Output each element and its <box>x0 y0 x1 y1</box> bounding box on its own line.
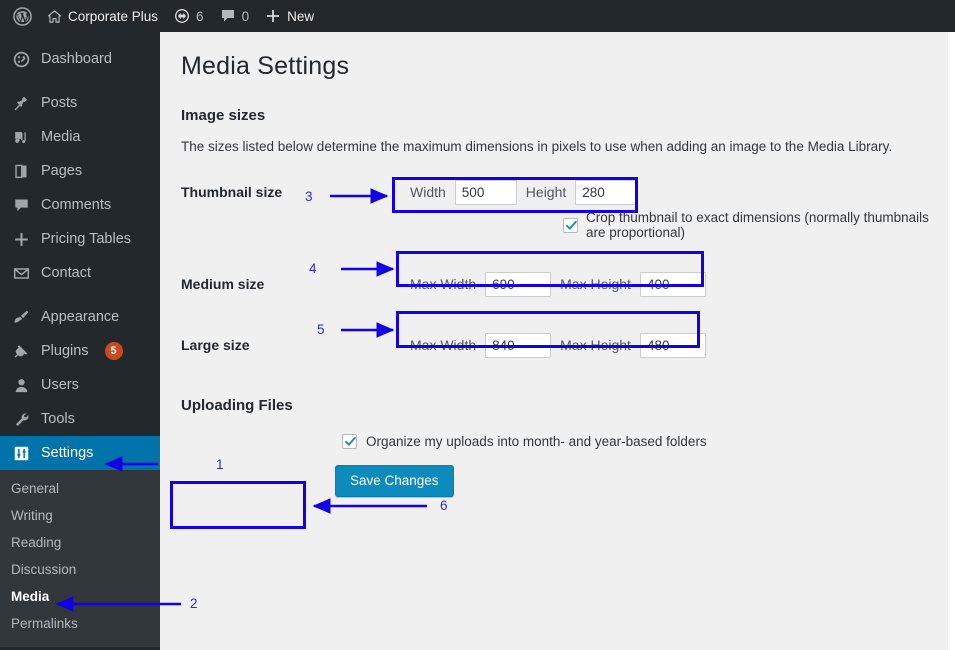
save-changes-button[interactable]: Save Changes <box>335 465 454 497</box>
submenu-item-discussion[interactable]: Discussion <box>0 556 160 583</box>
crop-thumbnail-checkbox[interactable] <box>563 217 578 233</box>
sidebar-item-label: Comments <box>41 197 112 213</box>
medium-size-label: Medium size <box>181 276 265 292</box>
submenu-item-writing[interactable]: Writing <box>0 502 160 529</box>
submenu-item-reading[interactable]: Reading <box>0 529 160 556</box>
admin-bar: Corporate Plus 6 0 New <box>0 0 955 32</box>
plus-icon <box>265 8 281 24</box>
image-sizes-heading: Image sizes <box>181 107 266 124</box>
updates-menu[interactable]: 6 <box>166 0 212 32</box>
sidebar-item-pages[interactable]: Pages <box>0 154 160 188</box>
large-size-row: Large size Max Width Max Height <box>160 325 948 365</box>
large-width-input[interactable] <box>485 332 552 358</box>
large-height-input[interactable] <box>639 332 706 358</box>
thumbnail-width-input[interactable] <box>454 179 517 205</box>
user-icon <box>11 377 31 394</box>
plug-icon <box>11 343 31 360</box>
sidebar-item-label: Settings <box>41 445 94 461</box>
sidebar-item-settings[interactable]: Settings <box>0 436 160 470</box>
submenu-item-permalinks[interactable]: Permalinks <box>0 610 160 637</box>
sidebar-item-label: Contact <box>41 265 91 281</box>
thumbnail-size-label: Thumbnail size <box>181 184 283 200</box>
thumbnail-width-label: Width <box>410 184 446 200</box>
media-icon <box>11 129 31 146</box>
dashboard-icon <box>11 51 31 68</box>
sidebar-item-pricing-tables[interactable]: Pricing Tables <box>0 222 160 256</box>
submenu-item-media[interactable]: Media <box>0 583 160 610</box>
organize-uploads-checkbox[interactable] <box>342 434 357 449</box>
page-title: Media Settings <box>181 52 350 80</box>
main-content: Media Settings Image sizes The sizes lis… <box>160 32 948 650</box>
screen: Corporate Plus 6 0 New Dashboard Posts M… <box>0 0 955 650</box>
right-edge-strip <box>948 32 955 650</box>
comments-count: 0 <box>241 8 250 24</box>
site-name-menu[interactable]: Corporate Plus <box>39 0 166 32</box>
large-size-fields: Max Width Max Height <box>410 332 706 358</box>
sidebar-item-tools[interactable]: Tools <box>0 402 160 436</box>
pin-icon <box>11 95 31 112</box>
save-changes-area: Save Changes <box>160 449 948 497</box>
organize-uploads-label: Organize my uploads into month- and year… <box>366 434 707 449</box>
sidebar-item-users[interactable]: Users <box>0 368 160 402</box>
home-icon <box>47 9 62 24</box>
new-content-label: New <box>287 8 315 24</box>
large-size-label: Large size <box>181 337 250 353</box>
crop-thumbnail-row: Crop thumbnail to exact dimensions (norm… <box>160 210 948 240</box>
sidebar-item-label: Tools <box>41 411 75 427</box>
uploading-files-heading: Uploading Files <box>181 397 293 414</box>
medium-size-row: Medium size Max Width Max Height <box>160 264 948 304</box>
wordpress-logo-icon[interactable] <box>6 0 39 32</box>
large-height-label: Max Height <box>560 337 631 353</box>
medium-height-input[interactable] <box>639 271 706 297</box>
sidebar-item-label: Pricing Tables <box>41 231 132 247</box>
plugins-update-badge: 5 <box>104 342 123 360</box>
pages-icon <box>11 163 31 180</box>
sidebar-item-label: Media <box>41 129 81 145</box>
thumbnail-size-row: Thumbnail size Width Height <box>160 172 948 212</box>
comment-bubble-icon <box>11 197 31 214</box>
large-width-label: Max Width <box>410 337 477 353</box>
medium-width-label: Max Width <box>410 276 477 292</box>
sidebar-item-label: Pages <box>41 163 83 179</box>
image-sizes-description: The sizes listed below determine the max… <box>181 139 893 154</box>
comments-menu[interactable]: 0 <box>212 0 258 32</box>
new-content-menu[interactable]: New <box>257 0 322 32</box>
envelope-icon <box>11 265 31 282</box>
updates-icon <box>174 8 190 24</box>
plus-icon <box>11 231 31 248</box>
sidebar-item-label: Plugins <box>41 343 89 359</box>
sidebar-item-appearance[interactable]: Appearance <box>0 300 160 334</box>
medium-height-label: Max Height <box>560 276 631 292</box>
thumbnail-height-label: Height <box>525 184 567 200</box>
settings-sliders-icon <box>11 445 31 462</box>
wrench-icon <box>11 411 31 428</box>
sidebar-item-posts[interactable]: Posts <box>0 86 160 120</box>
submenu-item-general[interactable]: General <box>0 475 160 502</box>
sidebar-item-dashboard[interactable]: Dashboard <box>0 42 160 76</box>
thumbnail-size-fields: Width Height <box>410 179 638 205</box>
site-name-label: Corporate Plus <box>68 8 159 24</box>
medium-size-fields: Max Width Max Height <box>410 271 706 297</box>
sidebar-item-label: Posts <box>41 95 78 111</box>
paintbrush-icon <box>11 309 31 326</box>
admin-sidebar: Dashboard Posts Media Pages Comments Pri… <box>0 32 160 650</box>
sidebar-item-media[interactable]: Media <box>0 120 160 154</box>
sidebar-item-plugins[interactable]: Plugins 5 <box>0 334 160 368</box>
sidebar-item-label: Appearance <box>41 309 120 325</box>
sidebar-item-comments[interactable]: Comments <box>0 188 160 222</box>
sidebar-item-label: Users <box>41 377 79 393</box>
thumbnail-height-input[interactable] <box>575 179 638 205</box>
updates-count: 6 <box>196 8 204 24</box>
sidebar-item-contact[interactable]: Contact <box>0 256 160 290</box>
comment-bubble-icon <box>220 8 236 24</box>
crop-thumbnail-label: Crop thumbnail to exact dimensions (norm… <box>586 210 929 240</box>
medium-width-input[interactable] <box>485 271 552 297</box>
organize-uploads-row: Organize my uploads into month- and year… <box>160 414 948 449</box>
sidebar-item-label: Dashboard <box>41 51 112 67</box>
settings-submenu: General Writing Reading Discussion Media… <box>0 470 160 647</box>
